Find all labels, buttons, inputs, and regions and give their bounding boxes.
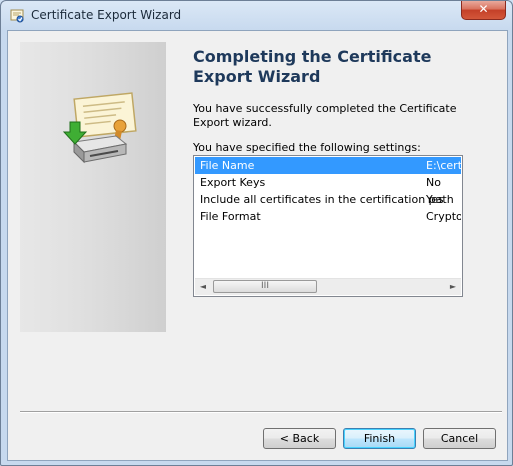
close-icon: ✕ (478, 2, 489, 16)
setting-value: No (426, 176, 441, 189)
setting-name: File Name (200, 159, 255, 172)
scroll-right-icon[interactable]: ► (445, 279, 461, 295)
setting-value: E:\certif (426, 159, 461, 172)
setting-name: Export Keys (200, 176, 266, 189)
finish-button[interactable]: Finish (343, 428, 416, 449)
back-button[interactable]: < Back (263, 428, 336, 449)
setting-value: Yes (426, 193, 444, 206)
settings-row[interactable]: Export Keys No (195, 174, 461, 191)
footer-divider (20, 411, 502, 413)
settings-label: You have specified the following setting… (193, 141, 421, 154)
certificate-export-disk-icon (62, 92, 137, 164)
wizard-client-area: Completing the Certificate Export Wizard… (7, 30, 508, 461)
horizontal-scrollbar[interactable]: ◄ III ► (195, 278, 461, 295)
settings-row[interactable]: Include all certificates in the certific… (195, 191, 461, 208)
setting-value: Cryptog (426, 210, 461, 223)
certificate-wizard-icon (9, 8, 25, 24)
cancel-button[interactable]: Cancel (423, 428, 496, 449)
settings-list[interactable]: File Name E:\certif Export Keys No Inclu… (193, 155, 463, 297)
settings-row[interactable]: File Name E:\certif (195, 157, 461, 174)
close-button[interactable]: ✕ (461, 1, 506, 20)
scroll-left-icon[interactable]: ◄ (195, 279, 211, 295)
setting-name: Include all certificates in the certific… (200, 193, 454, 206)
settings-row[interactable]: File Format Cryptog (195, 208, 461, 225)
completion-message: You have successfully completed the Cert… (193, 102, 457, 129)
scroll-thumb[interactable]: III (213, 280, 317, 293)
title-bar[interactable]: Certificate Export Wizard ✕ (1, 1, 512, 31)
page-heading: Completing the Certificate Export Wizard (193, 47, 432, 86)
wizard-watermark-panel (20, 42, 166, 332)
setting-name: File Format (200, 210, 261, 223)
wizard-window: Certificate Export Wizard ✕ Completing t… (0, 0, 513, 466)
window-title: Certificate Export Wizard (31, 8, 182, 22)
